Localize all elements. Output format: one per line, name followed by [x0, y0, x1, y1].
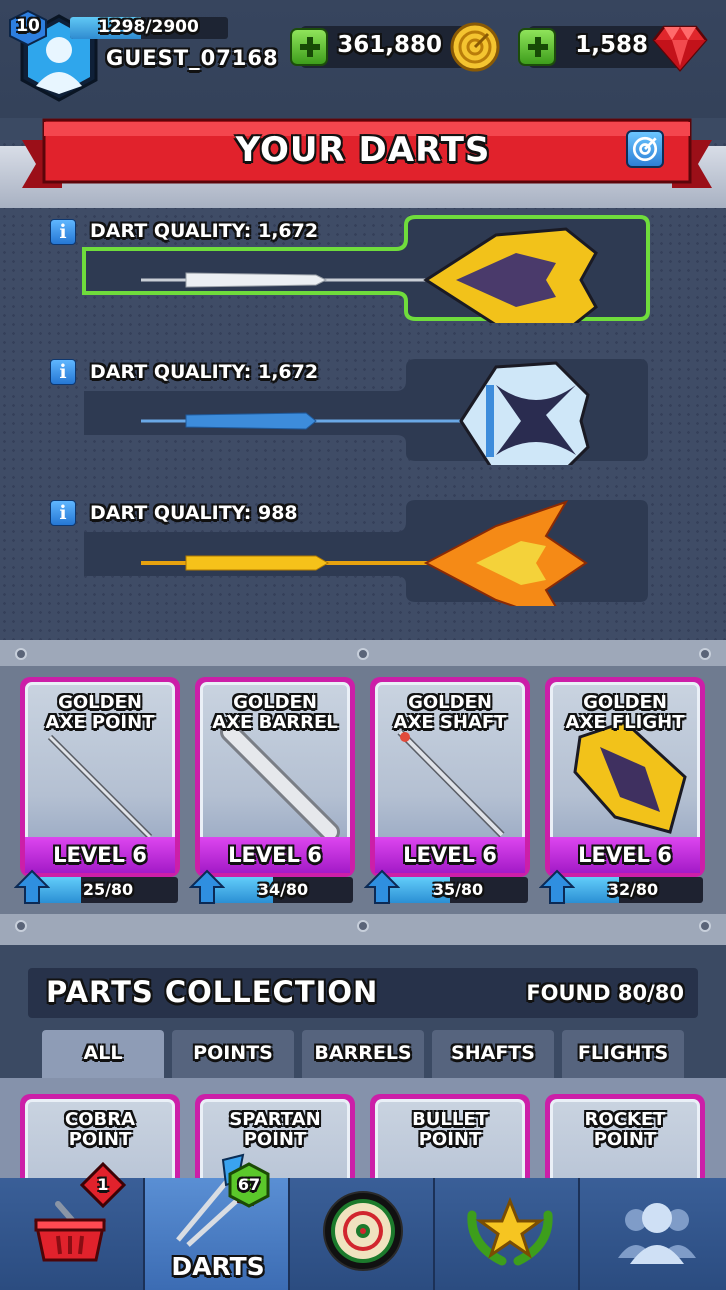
info-icon[interactable]: i [50, 359, 76, 385]
card-title: GOLDEN AXE FLIGHT [565, 692, 685, 733]
upgrade-arrow-icon [539, 869, 575, 904]
collection-item-title: ROCKET POINT [584, 1109, 666, 1150]
card-progress-text: 32/80 [607, 880, 659, 899]
rivet [15, 920, 27, 932]
upgrade-card-flight[interactable]: GOLDEN AXE FLIGHT LEVEL 6 32/80 [539, 677, 705, 907]
upgrade-card-point[interactable]: GOLDEN AXE POINT LEVEL 6 25/80 [14, 677, 180, 907]
gem-icon [652, 25, 708, 72]
dart-slot-2[interactable] [76, 355, 650, 465]
upgrade-arrow-icon [189, 869, 225, 904]
collection-item-title: COBRA POINT [64, 1109, 136, 1150]
basket-icon [34, 1201, 106, 1262]
collection-title: PARTS COLLECTION [46, 975, 379, 1009]
card-title: GOLDEN AXE SHAFT [393, 692, 507, 733]
dart-slot-1[interactable] [76, 213, 650, 323]
upgrade-card-shaft[interactable]: GOLDEN AXE SHAFT LEVEL 6 35/80 [364, 677, 530, 907]
upgrade-card-barrel[interactable]: GOLDEN AXE BARREL LEVEL 6 34/80 [189, 677, 355, 907]
target-button[interactable] [626, 130, 664, 168]
upgrade-arrow-icon [14, 869, 50, 904]
flight-icon [573, 720, 687, 834]
coin-icon [450, 22, 500, 72]
coins-amount: 361,880 [337, 32, 442, 58]
trophy-icon [467, 1196, 553, 1266]
dartboard-icon [323, 1191, 403, 1271]
card-level: LEVEL 6 [228, 843, 322, 867]
card-level: LEVEL 6 [403, 843, 497, 867]
card-progress-text: 34/80 [257, 880, 309, 899]
nav-darts-label: DARTS [171, 1252, 265, 1281]
card-progress-text: 25/80 [82, 880, 134, 899]
rivet [699, 920, 711, 932]
your-darts-title: YOUR DARTS [235, 130, 491, 170]
info-icon[interactable]: i [50, 500, 76, 526]
rivet [699, 648, 711, 660]
add-gems-button[interactable] [518, 28, 556, 66]
collection-item-title: BULLET POINT [412, 1109, 488, 1150]
friends-icon [618, 1203, 696, 1264]
gems-amount: 1,588 [575, 32, 648, 58]
tab-flights[interactable]: FLIGHTS [562, 1030, 684, 1078]
tab-shafts[interactable]: SHAFTS [432, 1030, 554, 1078]
card-level: LEVEL 6 [578, 843, 672, 867]
card-title: GOLDEN AXE POINT [45, 692, 155, 733]
xp-text: 1298/2900 [98, 17, 199, 37]
dart-slot-3[interactable] [76, 496, 650, 606]
point-icon [47, 734, 153, 840]
barrel-icon [220, 722, 340, 842]
tab-points[interactable]: POINTS [172, 1030, 294, 1078]
card-level: LEVEL 6 [53, 843, 147, 867]
rivet [357, 920, 369, 932]
tab-barrels[interactable]: BARRELS [302, 1030, 424, 1078]
rivet [15, 648, 27, 660]
player-level: 10 [16, 16, 40, 36]
rivet [357, 648, 369, 660]
add-coins-button[interactable] [290, 28, 328, 66]
collection-found: FOUND 80/80 [526, 981, 684, 1005]
upgrade-arrow-icon [364, 869, 400, 904]
darts-badge: 67 [237, 1175, 261, 1194]
shaft-icon [397, 729, 505, 838]
tab-all[interactable]: ALL [42, 1030, 164, 1078]
info-icon[interactable]: i [50, 219, 76, 245]
collection-item-title: SPARTAN POINT [229, 1109, 321, 1150]
card-progress-text: 35/80 [432, 880, 484, 899]
card-title: GOLDEN AXE BARREL [212, 692, 338, 733]
player-name: GUEST_07168 [106, 46, 279, 70]
shop-badge: 1 [97, 1175, 109, 1194]
